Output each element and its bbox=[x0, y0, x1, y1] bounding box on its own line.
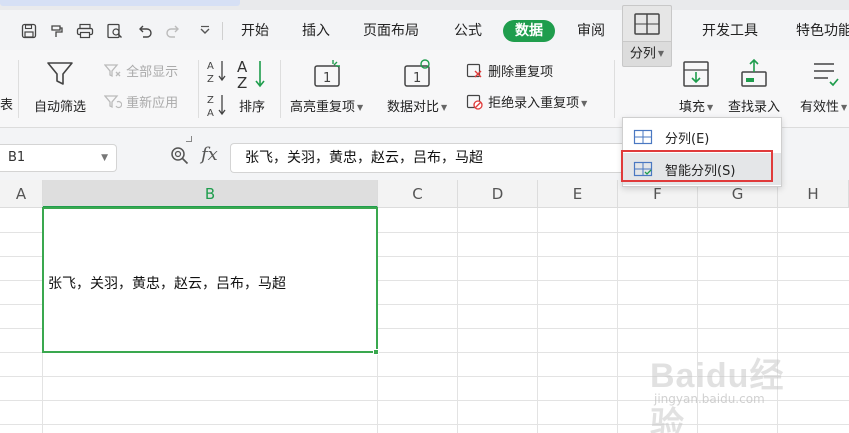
svg-text:1: 1 bbox=[413, 71, 421, 86]
fill-label: 填充 bbox=[679, 100, 706, 115]
formula-input[interactable]: 张飞，关羽，黄忠，赵云，吕布，马超 bbox=[230, 143, 630, 173]
tab-review[interactable]: 审阅 bbox=[577, 20, 605, 42]
filter-icon bbox=[45, 58, 75, 90]
sort-button[interactable]: AZ 排序 bbox=[236, 58, 268, 115]
tab-developer[interactable]: 开发工具 bbox=[702, 20, 758, 42]
watermark-url: jingyan.baidu.com bbox=[654, 392, 765, 406]
selected-cell-b1[interactable]: 张飞，关羽，黄忠，赵云，吕布，马超 bbox=[42, 207, 378, 353]
tab-data[interactable]: 数据 bbox=[503, 20, 555, 42]
data-compare-icon: 1 bbox=[401, 58, 433, 90]
svg-text:Z: Z bbox=[207, 74, 214, 84]
menu-separator bbox=[222, 22, 223, 40]
svg-text:A: A bbox=[207, 61, 214, 72]
chevron-down-icon: ▼ bbox=[657, 49, 665, 58]
tab-page-layout[interactable]: 页面布局 bbox=[363, 20, 419, 42]
split-column-menu-button[interactable]: 分列 ▼ bbox=[622, 41, 672, 67]
quick-access-more-icon[interactable] bbox=[194, 21, 216, 41]
tab-formulas[interactable]: 公式 bbox=[454, 20, 482, 42]
ribbon-separator bbox=[18, 60, 19, 118]
lookup-entry-icon bbox=[738, 58, 770, 90]
column-header-b[interactable]: B bbox=[43, 180, 378, 208]
split-column-icon bbox=[633, 128, 655, 146]
document-tab[interactable] bbox=[0, 0, 240, 6]
svg-text:Z: Z bbox=[237, 74, 247, 90]
highlight-duplicates-icon: 1 bbox=[311, 58, 343, 90]
print-icon[interactable] bbox=[74, 21, 96, 41]
ribbon-separator bbox=[280, 60, 281, 118]
highlight-duplicates-label: 高亮重复项 bbox=[290, 100, 356, 115]
insert-function-button[interactable]: fx bbox=[201, 144, 218, 165]
column-header-h[interactable]: H bbox=[778, 180, 849, 208]
reject-duplicates-label: 拒绝录入重复项 bbox=[488, 96, 580, 111]
data-validity-icon bbox=[808, 58, 840, 90]
clear-filter-icon bbox=[103, 64, 121, 78]
reapply-label: 重新应用 bbox=[126, 96, 179, 111]
window-tab-strip bbox=[0, 0, 849, 10]
name-box-value: B1 bbox=[8, 150, 26, 165]
sort-label: 排序 bbox=[238, 100, 265, 115]
svg-text:Z: Z bbox=[207, 95, 214, 106]
data-validity-button[interactable]: 有效性 ▼ bbox=[800, 58, 847, 115]
tab-special-features[interactable]: 特色功能 bbox=[796, 20, 849, 42]
watermark-brand: Baidu经验 bbox=[650, 357, 785, 433]
menu-item-label: 分列(E) bbox=[665, 131, 710, 147]
sort-asc-icon[interactable]: AZ bbox=[206, 58, 228, 88]
reapply-filter-icon bbox=[103, 95, 123, 109]
reject-duplicates-button[interactable]: 拒绝录入重复项 ▼ bbox=[466, 92, 587, 111]
reject-duplicates-icon bbox=[466, 94, 483, 110]
fill-button[interactable]: 填充 ▼ bbox=[679, 58, 713, 115]
lookup-entry-button[interactable]: 查找录入 bbox=[728, 58, 780, 115]
zoom-function-icon[interactable] bbox=[170, 146, 190, 170]
redo-icon[interactable] bbox=[162, 21, 184, 41]
chevron-down-icon: ▼ bbox=[841, 103, 848, 112]
ribbon-separator bbox=[198, 60, 199, 118]
baidu-watermark-logo: Baidu经验 jingyan.baidu.com bbox=[650, 348, 810, 433]
split-column-label: 分列 bbox=[629, 46, 656, 62]
autofilter-label: 自动筛选 bbox=[34, 100, 87, 115]
ribbon-cut-off-label: 表 bbox=[0, 98, 14, 113]
chevron-down-icon: ▼ bbox=[441, 103, 448, 112]
column-header-d[interactable]: D bbox=[458, 180, 538, 208]
chevron-down-icon: ▼ bbox=[581, 99, 588, 108]
svg-text:1: 1 bbox=[323, 71, 331, 86]
tab-insert[interactable]: 插入 bbox=[302, 20, 330, 42]
ribbon-separator bbox=[614, 60, 615, 118]
data-compare-button[interactable]: 1 数据对比 ▼ bbox=[387, 58, 447, 115]
delete-duplicates-button[interactable]: 删除重复项 bbox=[466, 61, 553, 80]
undo-icon[interactable] bbox=[134, 21, 156, 41]
chevron-down-icon: ▼ bbox=[707, 103, 714, 112]
save-icon[interactable] bbox=[18, 21, 40, 41]
menu-bar: 开始 插入 页面布局 公式 数据 审阅 视图 开发工具 特色功能 bbox=[0, 10, 849, 50]
column-header-a[interactable]: A bbox=[0, 180, 43, 208]
delete-duplicates-label: 删除重复项 bbox=[488, 65, 554, 80]
lookup-entry-label: 查找录入 bbox=[728, 100, 781, 115]
format-painter-icon[interactable] bbox=[46, 21, 68, 41]
data-compare-label: 数据对比 bbox=[387, 100, 440, 115]
fill-down-icon bbox=[680, 58, 712, 90]
show-all-button[interactable]: 全部显示 bbox=[103, 61, 179, 80]
sort-az-icon: AZ bbox=[236, 58, 268, 90]
menu-item-split-column[interactable]: 分列(E) bbox=[623, 121, 781, 153]
highlight-annotation-box bbox=[621, 150, 773, 182]
autofilter-button[interactable]: 自动筛选 bbox=[34, 58, 86, 115]
data-validity-label: 有效性 bbox=[800, 100, 840, 115]
fill-handle[interactable] bbox=[373, 349, 379, 355]
chevron-down-icon: ▼ bbox=[357, 103, 364, 112]
column-header-c[interactable]: C bbox=[378, 180, 458, 208]
delete-duplicates-icon bbox=[466, 63, 482, 78]
reapply-button[interactable]: 重新应用 bbox=[103, 92, 179, 111]
svg-text:A: A bbox=[207, 108, 214, 118]
tab-home[interactable]: 开始 bbox=[241, 20, 269, 42]
cell-value: 张飞，关羽，黄忠，赵云，吕布，马超 bbox=[48, 276, 286, 292]
split-column-button[interactable]: 分列 ▼ bbox=[622, 5, 672, 117]
highlight-duplicates-button[interactable]: 1 高亮重复项 ▼ bbox=[290, 58, 363, 115]
name-box[interactable]: B1 ▼ bbox=[0, 144, 117, 172]
sort-desc-icon[interactable]: ZA bbox=[206, 92, 228, 122]
print-preview-icon[interactable] bbox=[104, 21, 126, 41]
show-all-label: 全部显示 bbox=[126, 65, 179, 80]
resize-corner-icon bbox=[186, 136, 192, 142]
split-column-icon bbox=[622, 5, 672, 41]
chevron-down-icon[interactable]: ▼ bbox=[101, 145, 108, 171]
column-header-e[interactable]: E bbox=[538, 180, 618, 208]
